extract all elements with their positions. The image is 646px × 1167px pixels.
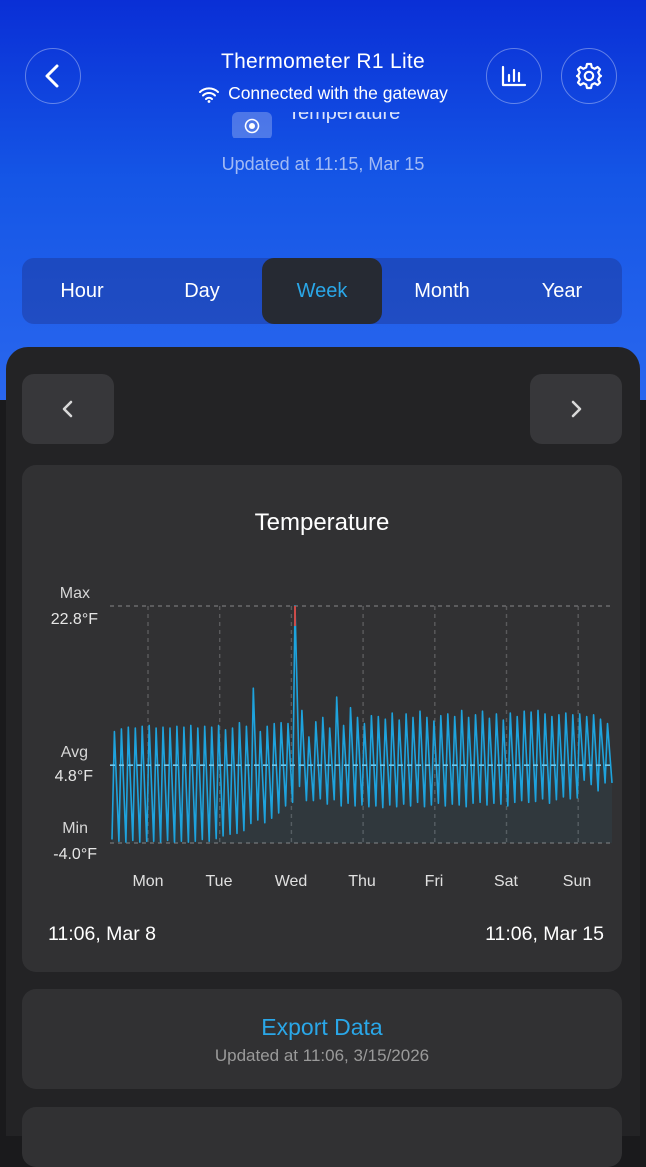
period-tabs: Hour Day Week Month Year [22,258,622,324]
tab-hour[interactable]: Hour [22,258,142,324]
tab-month[interactable]: Month [382,258,502,324]
tab-year[interactable]: Year [502,258,622,324]
bar-chart-icon [501,65,527,87]
x-tick-thu: Thu [348,873,376,890]
chart-card: Temperature Max 22.8°F Avg 4.8°F Min -4.… [22,465,622,972]
previous-period-button[interactable] [22,374,114,444]
x-tick-sat: Sat [493,873,518,890]
x-tick-sun: Sun [562,873,592,890]
tab-week[interactable]: Week [262,258,382,324]
x-tick-wed: Wed [274,873,308,890]
device-title: Thermometer R1 Lite [220,50,426,73]
statistics-button[interactable] [486,48,542,104]
sensor-icon [232,112,272,138]
next-period-button[interactable] [530,374,622,444]
chevron-left-icon [45,64,59,88]
sensor-label: Temperature [288,112,401,124]
chevron-right-icon [571,400,582,418]
connection-status: Connected with the gateway [150,83,496,104]
export-updated: Updated at 11:06, 3/15/2026 [214,1046,430,1065]
x-tick-tue: Tue [205,873,233,890]
x-tick-fri: Fri [424,873,444,890]
back-button[interactable] [25,48,81,104]
export-card[interactable]: Export Data Updated at 11:06, 3/15/2026 [22,989,622,1089]
temperature-chart [110,605,613,844]
wifi-icon [199,86,220,103]
connection-status-text: Connected with the gateway [228,83,448,103]
gear-icon [575,62,603,90]
settings-button[interactable] [561,48,617,104]
x-tick-mon: Mon [132,873,164,890]
range-end: 11:06, Mar 15 [485,923,604,945]
tab-day[interactable]: Day [142,258,262,324]
sensor-peek: Temperature [232,112,400,138]
next-card [22,1107,622,1167]
last-updated: Updated at 11:15, Mar 15 [221,154,425,174]
range-start: 11:06, Mar 8 [48,923,157,945]
chevron-left-icon [62,400,73,418]
export-data-button[interactable]: Export Data [22,1014,622,1041]
